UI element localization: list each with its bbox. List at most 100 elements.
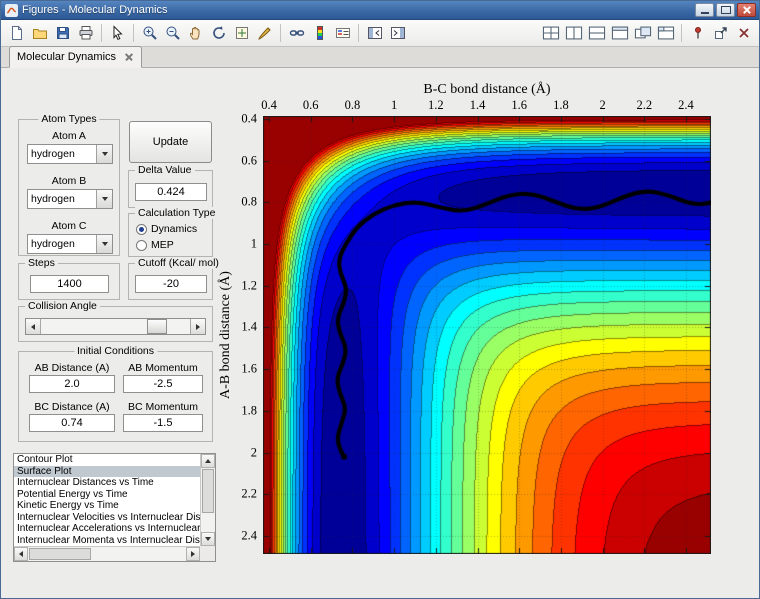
- tile-tabs-icon[interactable]: [654, 22, 677, 45]
- listbox-item[interactable]: Potential Energy vs Time: [14, 489, 200, 501]
- dropdown-arrow-icon[interactable]: [96, 235, 112, 253]
- zoom-out-icon[interactable]: [161, 22, 184, 45]
- tile-grid-icon[interactable]: [539, 22, 562, 45]
- brush-data-icon[interactable]: [253, 22, 276, 45]
- x-tick-label: 2.2: [636, 98, 652, 113]
- tile-columns-icon[interactable]: [562, 22, 585, 45]
- radio-mep[interactable]: MEP: [136, 239, 174, 251]
- slider-left-arrow-icon[interactable]: [26, 319, 41, 334]
- collision-angle-slider[interactable]: [25, 318, 206, 335]
- titlebar[interactable]: Figures - Molecular Dynamics: [1, 1, 759, 20]
- scroll-right-icon[interactable]: [186, 547, 200, 561]
- minimize-button[interactable]: [695, 3, 714, 17]
- tile-single-icon[interactable]: [608, 22, 631, 45]
- calculation-type-panel: Calculation Type Dynamics MEP: [128, 213, 213, 257]
- data-cursor-icon[interactable]: [230, 22, 253, 45]
- x-tick-label: 1.2: [428, 98, 444, 113]
- tab-molecular-dynamics[interactable]: Molecular Dynamics: [9, 46, 142, 68]
- open-file-icon[interactable]: [28, 22, 51, 45]
- initial-conditions-title: Initial Conditions: [74, 345, 157, 357]
- toolbar-separator: [101, 24, 102, 42]
- atom-c-dropdown[interactable]: hydrogen: [27, 234, 113, 254]
- atom-c-value: hydrogen: [28, 238, 96, 250]
- atom-b-value: hydrogen: [28, 193, 96, 205]
- pin-figures-icon[interactable]: [686, 22, 709, 45]
- steps-field[interactable]: [30, 275, 109, 293]
- bc-distance-field[interactable]: [29, 414, 115, 432]
- dropdown-arrow-icon[interactable]: [96, 190, 112, 208]
- horizontal-scroll-thumb[interactable]: [29, 548, 91, 560]
- tab-bar: Molecular Dynamics: [1, 47, 759, 68]
- rotate-3d-icon[interactable]: [207, 22, 230, 45]
- scrollbar-corner: [200, 546, 215, 561]
- listbox-item[interactable]: Contour Plot: [14, 454, 200, 466]
- save-figure-icon[interactable]: [51, 22, 74, 45]
- scroll-left-icon[interactable]: [14, 547, 28, 561]
- steps-title: Steps: [25, 257, 58, 269]
- x-tick-label: 0.6: [303, 98, 319, 113]
- hide-plot-tools-icon[interactable]: [363, 22, 386, 45]
- maximize-button[interactable]: [716, 3, 735, 17]
- x-tick-label: 0.4: [261, 98, 277, 113]
- dropdown-arrow-icon[interactable]: [96, 145, 112, 163]
- listbox-item[interactable]: Internuclear Accelerations vs Internucle…: [14, 523, 200, 535]
- x-axis-title: B-C bond distance (Å): [423, 82, 550, 98]
- ab-distance-field[interactable]: [29, 375, 115, 393]
- vertical-scroll-thumb[interactable]: [202, 469, 214, 513]
- listbox-item[interactable]: Internuclear Momenta vs Internuclear Dis…: [14, 535, 200, 547]
- atom-a-dropdown[interactable]: hydrogen: [27, 144, 113, 164]
- atom-b-dropdown[interactable]: hydrogen: [27, 189, 113, 209]
- atom-types-panel: Atom Types Atom A hydrogen Atom B hydrog…: [18, 119, 120, 256]
- listbox-horizontal-scrollbar[interactable]: [14, 546, 200, 561]
- figures-window: Figures - Molecular Dynamics Molecular D…: [0, 0, 760, 599]
- radio-button-icon[interactable]: [136, 224, 147, 235]
- listbox-item[interactable]: Internuclear Distances vs Time: [14, 477, 200, 489]
- scroll-down-icon[interactable]: [201, 532, 215, 546]
- contour-plot-canvas[interactable]: [263, 116, 711, 554]
- ab-momentum-field[interactable]: [123, 375, 203, 393]
- edit-plot-icon[interactable]: [106, 22, 129, 45]
- tile-rows-icon[interactable]: [585, 22, 608, 45]
- window-controls: [695, 3, 756, 17]
- y-tick-label: 1.2: [241, 278, 257, 293]
- update-button[interactable]: Update: [129, 121, 212, 163]
- close-button[interactable]: [737, 3, 756, 17]
- scroll-up-icon[interactable]: [201, 454, 215, 468]
- insert-legend-icon[interactable]: [331, 22, 354, 45]
- listbox-item[interactable]: Internuclear Velocities vs Internuclear …: [14, 512, 200, 524]
- link-plot-icon[interactable]: [285, 22, 308, 45]
- steps-panel: Steps: [18, 263, 120, 300]
- listbox-item[interactable]: Surface Plot: [14, 466, 200, 478]
- initial-conditions-panel: Initial Conditions AB Distance (A) AB Mo…: [18, 351, 213, 442]
- figure-app-icon: [5, 4, 18, 17]
- close-figures-icon[interactable]: [732, 22, 755, 45]
- tab-close-icon[interactable]: [124, 52, 134, 62]
- new-figure-icon[interactable]: [5, 22, 28, 45]
- bc-distance-label: BC Distance (A): [29, 401, 115, 413]
- print-figure-icon[interactable]: [74, 22, 97, 45]
- maximize-icon: [721, 6, 731, 14]
- radio-button-icon[interactable]: [136, 240, 147, 251]
- radio-dynamics[interactable]: Dynamics: [136, 223, 197, 235]
- toolbar-separator: [133, 24, 134, 42]
- show-plot-tools-icon[interactable]: [386, 22, 409, 45]
- y-tick-label: 1.8: [241, 403, 257, 418]
- pan-icon[interactable]: [184, 22, 207, 45]
- delta-value-field[interactable]: [135, 183, 207, 201]
- insert-colorbar-icon[interactable]: [308, 22, 331, 45]
- listbox-item[interactable]: Kinetic Energy vs Time: [14, 500, 200, 512]
- y-tick-label: 2: [251, 445, 257, 460]
- calculation-type-title: Calculation Type: [135, 207, 218, 219]
- bc-momentum-field[interactable]: [123, 414, 203, 432]
- undock-figures-icon[interactable]: [709, 22, 732, 45]
- plot-type-listbox[interactable]: Contour PlotSurface PlotInternuclear Dis…: [13, 453, 216, 562]
- cutoff-field[interactable]: [135, 275, 207, 293]
- slider-right-arrow-icon[interactable]: [190, 319, 205, 334]
- zoom-in-icon[interactable]: [138, 22, 161, 45]
- tile-float-icon[interactable]: [631, 22, 654, 45]
- toolbar-separator: [280, 24, 281, 42]
- collision-angle-panel: Collision Angle: [18, 306, 213, 342]
- delta-value-panel: Delta Value: [128, 170, 213, 208]
- collision-angle-thumb[interactable]: [147, 319, 167, 334]
- listbox-vertical-scrollbar[interactable]: [200, 454, 215, 546]
